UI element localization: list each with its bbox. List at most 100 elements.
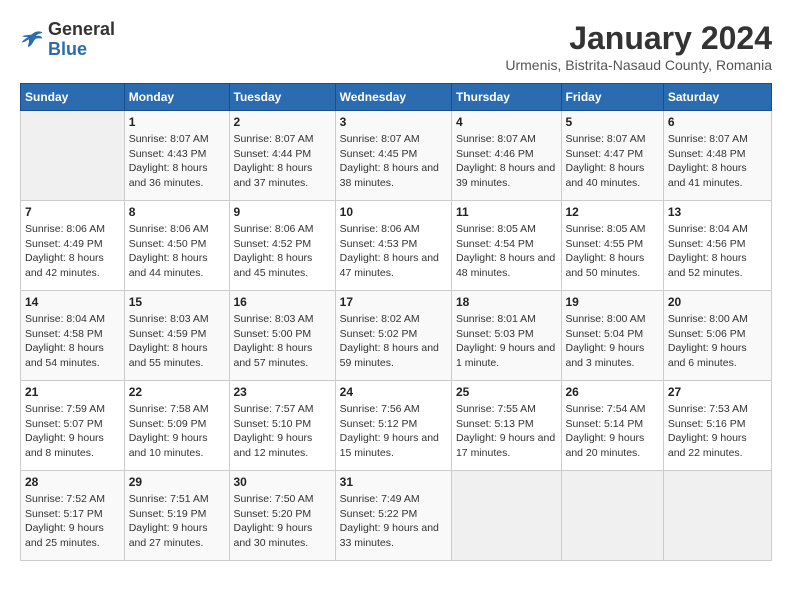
weekday-header-monday: Monday [124, 84, 229, 111]
weekday-header-thursday: Thursday [451, 84, 561, 111]
day-detail: Sunrise: 8:03 AMSunset: 4:59 PMDaylight:… [129, 312, 225, 371]
week-row-5: 28 Sunrise: 7:52 AMSunset: 5:17 PMDayligh… [21, 471, 772, 561]
day-detail: Sunrise: 7:57 AMSunset: 5:10 PMDaylight:… [234, 402, 331, 461]
week-row-4: 21Sunrise: 7:59 AMSunset: 5:07 PMDayligh… [21, 381, 772, 471]
calendar-cell: 15 Sunrise: 8:03 AMSunset: 4:59 PMDayligh… [124, 291, 229, 381]
day-number: 27 [668, 385, 767, 399]
day-number: 6 [668, 115, 767, 129]
week-row-1: 1 Sunrise: 8:07 AMSunset: 4:43 PMDaylight… [21, 111, 772, 201]
day-number: 26 [566, 385, 659, 399]
calendar-cell: 7Sunrise: 8:06 AMSunset: 4:49 PMDaylight… [21, 201, 125, 291]
day-number: 21 [25, 385, 120, 399]
day-number: 8 [129, 205, 225, 219]
day-number: 13 [668, 205, 767, 219]
day-number: 1 [129, 115, 225, 129]
day-detail: Sunrise: 8:02 AMSunset: 5:02 PMDaylight:… [340, 312, 447, 371]
day-number: 10 [340, 205, 447, 219]
day-detail: Sunrise: 7:52 AMSunset: 5:17 PMDaylight:… [25, 492, 120, 551]
calendar-cell: 28 Sunrise: 7:52 AMSunset: 5:17 PMDayligh… [21, 471, 125, 561]
day-detail: Sunrise: 8:00 AMSunset: 5:06 PMDaylight:… [668, 312, 767, 371]
day-detail: Sunrise: 8:05 AMSunset: 4:54 PMDaylight:… [456, 222, 557, 281]
calendar-cell: 11 Sunrise: 8:05 AMSunset: 4:54 PMDayligh… [451, 201, 561, 291]
weekday-header-sunday: Sunday [21, 84, 125, 111]
day-detail: Sunrise: 7:55 AMSunset: 5:13 PMDaylight:… [456, 402, 557, 461]
day-number: 23 [234, 385, 331, 399]
day-number: 16 [234, 295, 331, 309]
weekday-header-tuesday: Tuesday [229, 84, 335, 111]
day-number: 24 [340, 385, 447, 399]
calendar-cell [451, 471, 561, 561]
calendar-cell: 2 Sunrise: 8:07 AMSunset: 4:44 PMDaylight… [229, 111, 335, 201]
calendar-cell: 9Sunrise: 8:06 AMSunset: 4:52 PMDaylight… [229, 201, 335, 291]
calendar-cell: 30 Sunrise: 7:50 AMSunset: 5:20 PMDayligh… [229, 471, 335, 561]
calendar-cell: 24 Sunrise: 7:56 AMSunset: 5:12 PMDayligh… [335, 381, 451, 471]
day-number: 20 [668, 295, 767, 309]
calendar-cell: 3 Sunrise: 8:07 AMSunset: 4:45 PMDaylight… [335, 111, 451, 201]
day-number: 18 [456, 295, 557, 309]
calendar-cell: 8 Sunrise: 8:06 AMSunset: 4:50 PMDaylight… [124, 201, 229, 291]
day-detail: Sunrise: 7:51 AMSunset: 5:19 PMDaylight:… [129, 492, 225, 551]
calendar-cell [21, 111, 125, 201]
day-detail: Sunrise: 7:49 AMSunset: 5:22 PMDaylight:… [340, 492, 447, 551]
day-detail: Sunrise: 7:50 AMSunset: 5:20 PMDaylight:… [234, 492, 331, 551]
day-detail: Sunrise: 8:06 AMSunset: 4:53 PMDaylight:… [340, 222, 447, 281]
calendar-cell: 4Sunrise: 8:07 AMSunset: 4:46 PMDaylight… [451, 111, 561, 201]
calendar-cell: 10 Sunrise: 8:06 AMSunset: 4:53 PMDayligh… [335, 201, 451, 291]
day-number: 2 [234, 115, 331, 129]
day-number: 29 [129, 475, 225, 489]
calendar-cell: 26 Sunrise: 7:54 AMSunset: 5:14 PMDayligh… [561, 381, 663, 471]
location-subtitle: Urmenis, Bistrita-Nasaud County, Romania [505, 57, 772, 73]
weekday-header-row: SundayMondayTuesdayWednesdayThursdayFrid… [21, 84, 772, 111]
weekday-header-saturday: Saturday [663, 84, 771, 111]
logo-general-text: General [48, 19, 115, 39]
week-row-2: 7Sunrise: 8:06 AMSunset: 4:49 PMDaylight… [21, 201, 772, 291]
calendar-cell: 13 Sunrise: 8:04 AMSunset: 4:56 PMDayligh… [663, 201, 771, 291]
day-detail: Sunrise: 8:06 AMSunset: 4:50 PMDaylight:… [129, 222, 225, 281]
calendar-cell: 25 Sunrise: 7:55 AMSunset: 5:13 PMDayligh… [451, 381, 561, 471]
calendar-cell: 6 Sunrise: 8:07 AMSunset: 4:48 PMDaylight… [663, 111, 771, 201]
day-detail: Sunrise: 8:00 AMSunset: 5:04 PMDaylight:… [566, 312, 659, 371]
calendar-cell [663, 471, 771, 561]
day-number: 17 [340, 295, 447, 309]
calendar-table: SundayMondayTuesdayWednesdayThursdayFrid… [20, 83, 772, 561]
day-detail: Sunrise: 7:53 AMSunset: 5:16 PMDaylight:… [668, 402, 767, 461]
calendar-cell: 16Sunrise: 8:03 AMSunset: 5:00 PMDayligh… [229, 291, 335, 381]
day-number: 31 [340, 475, 447, 489]
page-header: General Blue January 2024 Urmenis, Bistr… [20, 20, 772, 73]
calendar-cell: 18 Sunrise: 8:01 AMSunset: 5:03 PMDayligh… [451, 291, 561, 381]
day-detail: Sunrise: 8:07 AMSunset: 4:44 PMDaylight:… [234, 132, 331, 191]
day-detail: Sunrise: 8:07 AMSunset: 4:43 PMDaylight:… [129, 132, 225, 191]
day-detail: Sunrise: 8:07 AMSunset: 4:45 PMDaylight:… [340, 132, 447, 191]
calendar-cell: 20 Sunrise: 8:00 AMSunset: 5:06 PMDayligh… [663, 291, 771, 381]
day-number: 15 [129, 295, 225, 309]
day-detail: Sunrise: 7:58 AMSunset: 5:09 PMDaylight:… [129, 402, 225, 461]
day-number: 28 [25, 475, 120, 489]
calendar-cell: 17 Sunrise: 8:02 AMSunset: 5:02 PMDayligh… [335, 291, 451, 381]
day-number: 30 [234, 475, 331, 489]
day-number: 11 [456, 205, 557, 219]
day-detail: Sunrise: 8:07 AMSunset: 4:48 PMDaylight:… [668, 132, 767, 191]
day-number: 5 [566, 115, 659, 129]
day-detail: Sunrise: 7:56 AMSunset: 5:12 PMDaylight:… [340, 402, 447, 461]
day-number: 14 [25, 295, 120, 309]
day-number: 3 [340, 115, 447, 129]
day-number: 4 [456, 115, 557, 129]
month-title: January 2024 [505, 20, 772, 57]
calendar-cell: 31 Sunrise: 7:49 AMSunset: 5:22 PMDayligh… [335, 471, 451, 561]
calendar-cell: 19Sunrise: 8:00 AMSunset: 5:04 PMDayligh… [561, 291, 663, 381]
calendar-cell: 1 Sunrise: 8:07 AMSunset: 4:43 PMDaylight… [124, 111, 229, 201]
calendar-cell: 14Sunrise: 8:04 AMSunset: 4:58 PMDayligh… [21, 291, 125, 381]
day-detail: Sunrise: 8:01 AMSunset: 5:03 PMDaylight:… [456, 312, 557, 371]
logo: General Blue [20, 20, 115, 60]
calendar-cell [561, 471, 663, 561]
week-row-3: 14Sunrise: 8:04 AMSunset: 4:58 PMDayligh… [21, 291, 772, 381]
calendar-cell: 12Sunrise: 8:05 AMSunset: 4:55 PMDayligh… [561, 201, 663, 291]
day-detail: Sunrise: 7:54 AMSunset: 5:14 PMDaylight:… [566, 402, 659, 461]
day-number: 25 [456, 385, 557, 399]
logo-blue-text: Blue [48, 39, 87, 59]
weekday-header-friday: Friday [561, 84, 663, 111]
calendar-cell: 29 Sunrise: 7:51 AMSunset: 5:19 PMDayligh… [124, 471, 229, 561]
day-number: 7 [25, 205, 120, 219]
day-detail: Sunrise: 8:04 AMSunset: 4:56 PMDaylight:… [668, 222, 767, 281]
calendar-cell: 22Sunrise: 7:58 AMSunset: 5:09 PMDayligh… [124, 381, 229, 471]
